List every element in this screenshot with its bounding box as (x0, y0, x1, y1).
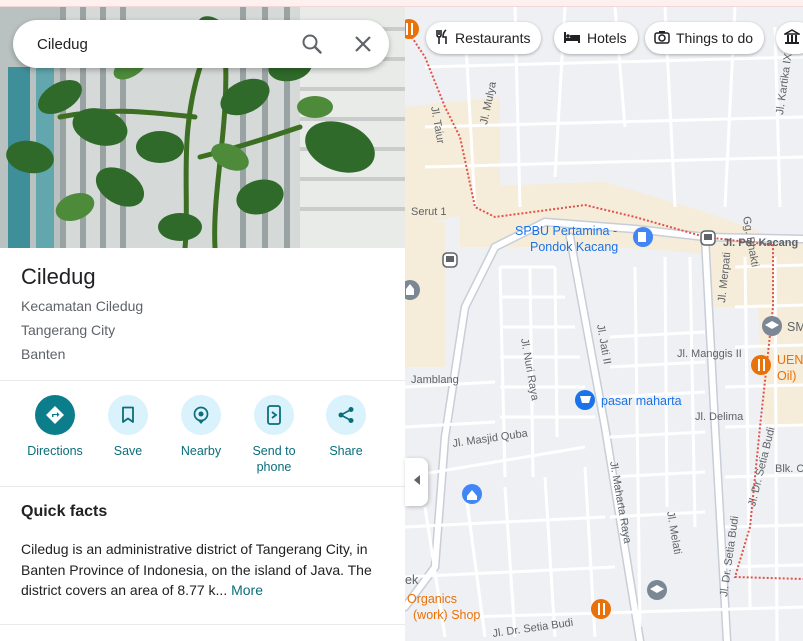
svg-text:SPBU Pertamina -: SPBU Pertamina - (515, 224, 617, 238)
svg-text:Jl. Dr. Setia Budi: Jl. Dr. Setia Budi (746, 426, 777, 508)
address-line: Kecamatan Ciledug (21, 298, 144, 314)
svg-text:pasar maharta: pasar maharta (601, 394, 682, 408)
chip-hotels[interactable]: Hotels (554, 22, 638, 54)
svg-text:(work) Shop: (work) Shop (413, 608, 480, 622)
svg-text:Jl. Maharta Raya: Jl. Maharta Raya (607, 460, 633, 545)
bus-stop-marker (700, 230, 716, 246)
place-photo[interactable] (0, 7, 405, 248)
fuel-station-marker (633, 227, 653, 247)
restaurant-marker (405, 19, 419, 39)
svg-text:Jl. Nuri Raya: Jl. Nuri Raya (518, 337, 541, 402)
divider (0, 486, 405, 487)
chip-things-to-do[interactable]: Things to do (645, 22, 765, 54)
action-bar: Directions Save Nearby Send to phone Shar… (0, 395, 405, 487)
svg-text:Jamblang: Jamblang (411, 374, 459, 386)
divider (0, 624, 405, 625)
svg-text:Serut 1: Serut 1 (411, 206, 446, 218)
svg-text:Oil): Oil) (777, 369, 796, 383)
search-box (13, 20, 389, 68)
directions-label: Directions (27, 444, 83, 458)
fork-knife-icon (435, 28, 455, 48)
bed-icon (563, 30, 587, 47)
place-panel: Ciledug Kecamatan Ciledug Tangerang City… (0, 7, 405, 641)
address-line: Tangerang City (21, 322, 116, 338)
map-canvas[interactable]: Jl. Taiur Jl. Mulya Jl. Kartika IX Gg. B… (405, 7, 803, 641)
place-title: Ciledug (21, 264, 96, 289)
collapse-panel-button[interactable] (405, 458, 428, 506)
save-label: Save (113, 444, 143, 458)
address-line: Banten (21, 346, 66, 362)
bus-stop-marker (442, 252, 458, 268)
search-icon[interactable] (300, 32, 324, 56)
close-icon[interactable] (351, 32, 375, 56)
send-to-phone-button[interactable]: Send to phone (237, 395, 311, 475)
directions-button[interactable]: Directions (18, 395, 92, 459)
share-button[interactable]: Share (309, 395, 383, 459)
directions-icon (35, 395, 75, 435)
school-marker (762, 316, 782, 336)
market-marker (575, 390, 595, 410)
send-to-phone-label: Send to phone (252, 444, 296, 474)
send-to-phone-icon (254, 395, 294, 435)
home-marker (462, 484, 482, 504)
svg-text:UEN: UEN (777, 353, 803, 367)
restaurant-marker (591, 599, 611, 619)
svg-text:Jl. Dr. Setia Budi: Jl. Dr. Setia Budi (492, 617, 574, 640)
nearby-icon (181, 395, 221, 435)
svg-text:ek: ek (405, 573, 419, 587)
camera-icon (654, 30, 676, 47)
svg-text:SM: SM (787, 320, 803, 334)
museum-icon (782, 28, 803, 48)
divider (0, 380, 405, 381)
search-input[interactable] (37, 34, 277, 54)
quick-facts-heading: Quick facts (21, 503, 108, 520)
nearby-label: Nearby (180, 444, 222, 458)
svg-text:Jl. Masjid Quba: Jl. Masjid Quba (452, 427, 530, 450)
school-marker (647, 580, 667, 600)
nearby-button[interactable]: Nearby (164, 395, 238, 459)
save-button[interactable]: Save (91, 395, 165, 459)
bookmark-icon (108, 395, 148, 435)
quick-facts-text: Ciledug is an administrative district of… (21, 541, 372, 598)
chevron-left-icon (412, 473, 422, 491)
chip-museums[interactable] (776, 22, 803, 54)
svg-text:Jl. Delima: Jl. Delima (695, 411, 744, 423)
top-strip (0, 0, 803, 7)
svg-text:Jl. Pd. Kacang: Jl. Pd. Kacang (723, 237, 798, 249)
svg-text:Pondok Kacang: Pondok Kacang (530, 240, 618, 254)
share-label: Share (329, 444, 363, 458)
chip-restaurants[interactable]: Restaurants (426, 22, 542, 54)
share-icon (326, 395, 366, 435)
svg-text:Blk. C: Blk. C (775, 463, 803, 475)
svg-text:Jl. Melati: Jl. Melati (664, 510, 683, 555)
more-link[interactable]: More (231, 582, 263, 598)
svg-text:Jl. Manggis II: Jl. Manggis II (677, 348, 742, 360)
restaurant-marker (751, 355, 771, 375)
svg-text:Organics: Organics (407, 592, 457, 606)
